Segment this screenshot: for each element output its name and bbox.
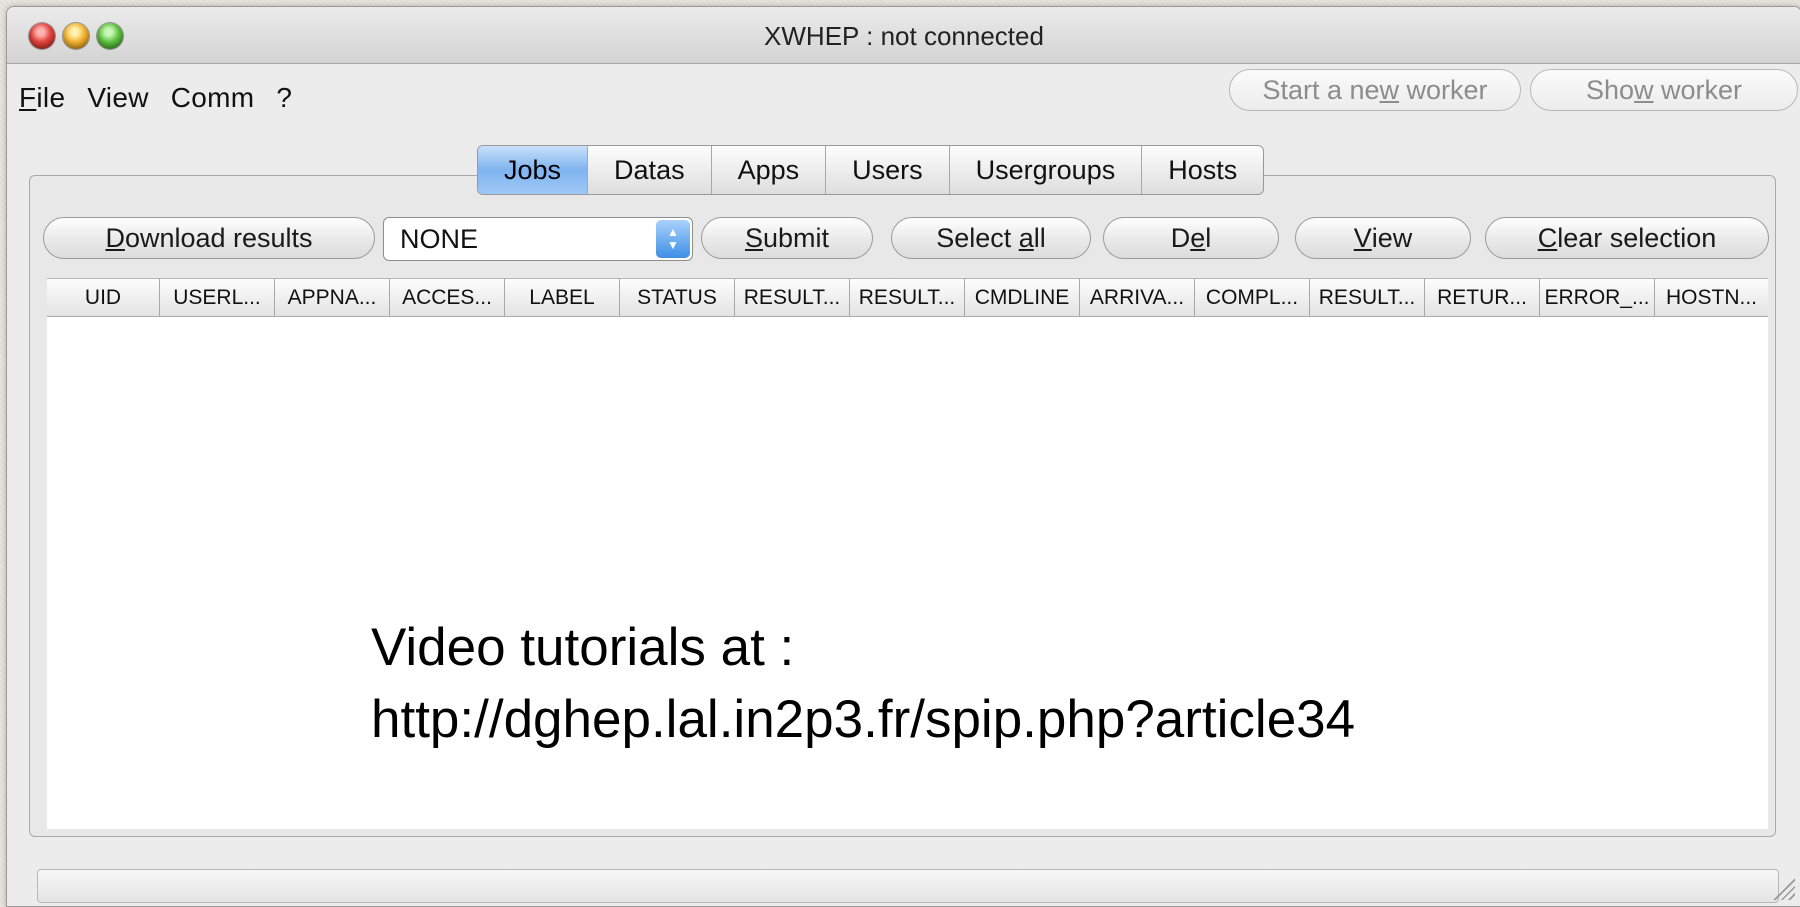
view-mnemonic: V bbox=[1353, 222, 1372, 253]
column-header[interactable]: RESULT... bbox=[850, 279, 965, 316]
column-header[interactable]: APPNA... bbox=[275, 279, 390, 316]
status-bar bbox=[37, 869, 1779, 903]
delete-button[interactable]: Del bbox=[1103, 217, 1279, 259]
filter-select-value: NONE bbox=[400, 223, 479, 254]
column-header[interactable]: USERL... bbox=[160, 279, 275, 316]
show-worker-button[interactable]: Sho w worker bbox=[1530, 69, 1798, 111]
column-header[interactable]: RESULT... bbox=[735, 279, 850, 316]
tab-users[interactable]: Users bbox=[825, 146, 949, 194]
start-worker-button[interactable]: Start a ne w worker bbox=[1229, 69, 1521, 111]
title-bar[interactable]: XWHEP : not connected bbox=[7, 7, 1800, 64]
tab-datas[interactable]: Datas bbox=[587, 146, 711, 194]
select-all-button[interactable]: Select a ll bbox=[891, 217, 1091, 259]
column-header[interactable]: ACCES... bbox=[390, 279, 505, 316]
menu-comm[interactable]: Comm bbox=[171, 82, 255, 114]
tutorial-note: Video tutorials at : http://dghep.lal.in… bbox=[371, 612, 1355, 756]
clear-mnemonic: C bbox=[1537, 222, 1558, 253]
column-header[interactable]: RETUR... bbox=[1425, 279, 1540, 316]
menu-file-mnemonic: F bbox=[19, 82, 37, 113]
resize-grip-icon[interactable] bbox=[1771, 876, 1795, 900]
tab-usergroups[interactable]: Usergroups bbox=[948, 146, 1142, 194]
view-button[interactable]: View bbox=[1295, 217, 1471, 259]
tutorial-note-url: http://dghep.lal.in2p3.fr/spip.php?artic… bbox=[371, 690, 1356, 749]
column-header[interactable]: CMDLINE bbox=[965, 279, 1080, 316]
download-mnemonic: D bbox=[105, 222, 125, 253]
column-header[interactable]: ARRIVA... bbox=[1080, 279, 1195, 316]
submit-mnemonic: S bbox=[744, 222, 763, 253]
tab-jobs[interactable]: Jobs bbox=[478, 146, 588, 194]
column-header[interactable]: STATUS bbox=[620, 279, 735, 316]
app-window: XWHEP : not connected File View Comm ? S… bbox=[6, 6, 1800, 907]
tab-bar: Jobs Datas Apps Users Usergroups Hosts bbox=[477, 145, 1265, 195]
show-worker-mnemonic: w bbox=[1634, 74, 1654, 105]
column-header[interactable]: ERROR_... bbox=[1540, 279, 1655, 316]
menu-file[interactable]: File bbox=[19, 82, 65, 114]
select-all-mnemonic: a bbox=[1018, 222, 1034, 253]
menu-view[interactable]: View bbox=[87, 82, 148, 114]
submit-button[interactable]: Submit bbox=[701, 217, 873, 259]
select-arrows-icon: ▲ ▼ bbox=[656, 220, 690, 258]
start-worker-mnemonic: w bbox=[1379, 74, 1400, 105]
download-results-button[interactable]: Download results bbox=[43, 217, 375, 259]
clear-selection-button[interactable]: Clear selection bbox=[1485, 217, 1769, 259]
window-title: XWHEP : not connected bbox=[764, 21, 1044, 51]
filter-select[interactable]: NONE ▲ ▼ bbox=[383, 217, 693, 261]
tutorial-note-line1: Video tutorials at : bbox=[371, 618, 795, 677]
menu-help[interactable]: ? bbox=[276, 82, 292, 114]
column-header[interactable]: HOSTN... bbox=[1655, 279, 1768, 316]
delete-mnemonic: e bbox=[1190, 222, 1206, 253]
tab-apps[interactable]: Apps bbox=[710, 146, 826, 194]
table-header: UID USERL... APPNA... ACCES... LABEL STA… bbox=[47, 279, 1768, 317]
column-header[interactable]: COMPL... bbox=[1195, 279, 1310, 316]
column-header[interactable]: RESULT... bbox=[1310, 279, 1425, 316]
tab-hosts[interactable]: Hosts bbox=[1141, 146, 1263, 194]
column-header[interactable]: LABEL bbox=[505, 279, 620, 316]
column-header[interactable]: UID bbox=[47, 279, 160, 316]
